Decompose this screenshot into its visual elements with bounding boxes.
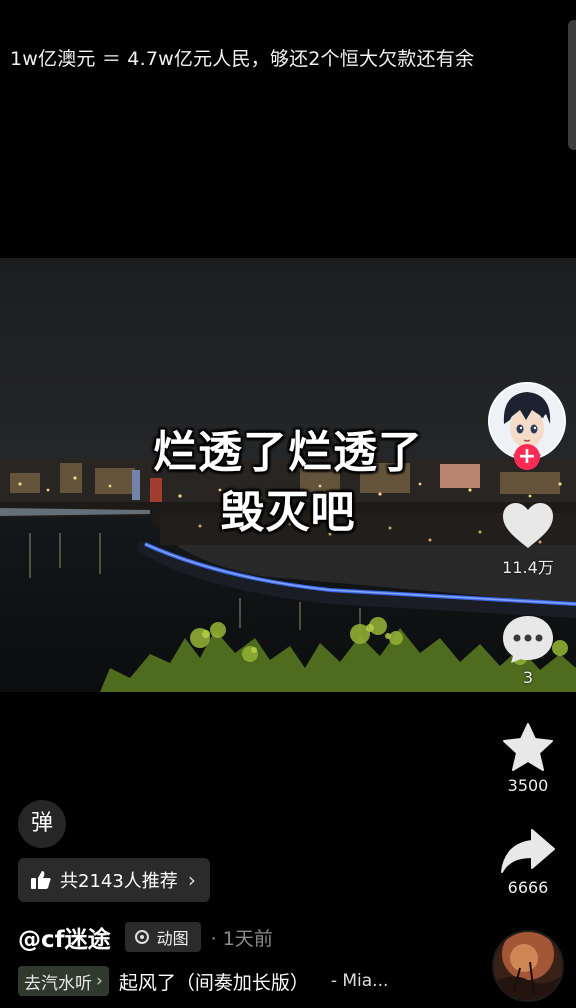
post-time: · 1天前 xyxy=(210,927,273,950)
video-caption: 1w亿澳元 ＝ 4.7w亿元人民，够还2个恒大欠款还有余 xyxy=(10,48,475,70)
share-count: 6666 xyxy=(507,878,549,897)
content-type-tag: 动图 xyxy=(124,922,201,952)
favorite-count: 3500 xyxy=(507,776,549,795)
music-artist: - Mia... xyxy=(330,971,389,991)
author-avatar-button[interactable]: + xyxy=(488,382,566,470)
comment-button[interactable]: 3 xyxy=(492,614,564,687)
heart-icon xyxy=(503,503,553,548)
content-type-label: 动图 xyxy=(156,929,189,948)
video-overlay-text-line2: 毁灭吧 xyxy=(220,487,356,538)
share-button[interactable]: 6666 xyxy=(492,828,564,897)
video-player[interactable]: 烂透了烂透了 毁灭吧 xyxy=(0,258,576,692)
follow-plus-icon[interactable]: + xyxy=(514,444,540,470)
author-row: @cf迷途 动图 · 1天前 xyxy=(18,920,273,954)
recommend-label: 共2143人推荐 xyxy=(60,871,178,892)
music-source-label: 去汽水听 xyxy=(24,973,92,994)
comment-icon xyxy=(503,616,553,663)
music-disc-button[interactable] xyxy=(492,930,564,1002)
music-source-button[interactable]: 去汽水听 › xyxy=(18,966,109,996)
scroll-indicator[interactable] xyxy=(568,20,576,150)
recommend-pill[interactable]: 共2143人推荐 › xyxy=(18,858,210,902)
favorite-button[interactable]: 3500 xyxy=(492,722,564,795)
thumbs-up-icon xyxy=(31,871,51,889)
like-count: 11.4万 xyxy=(502,558,554,577)
star-icon xyxy=(503,723,553,771)
comment-count: 3 xyxy=(522,668,534,687)
author-name[interactable]: @cf迷途 xyxy=(18,920,111,954)
like-button[interactable]: 11.4万 xyxy=(492,502,564,578)
chevron-right-icon: › xyxy=(96,971,103,991)
music-title[interactable]: 起风了（间奏加长版） xyxy=(119,968,309,995)
chevron-right-icon: › xyxy=(187,868,196,892)
music-row: 去汽水听 › 起风了（间奏加长版） - Mia... xyxy=(18,966,388,996)
share-arrow-icon xyxy=(501,829,555,873)
animated-image-icon xyxy=(134,930,149,944)
danmaku-toggle-button[interactable]: 弹 xyxy=(18,800,66,848)
music-cover-image xyxy=(494,932,562,1000)
